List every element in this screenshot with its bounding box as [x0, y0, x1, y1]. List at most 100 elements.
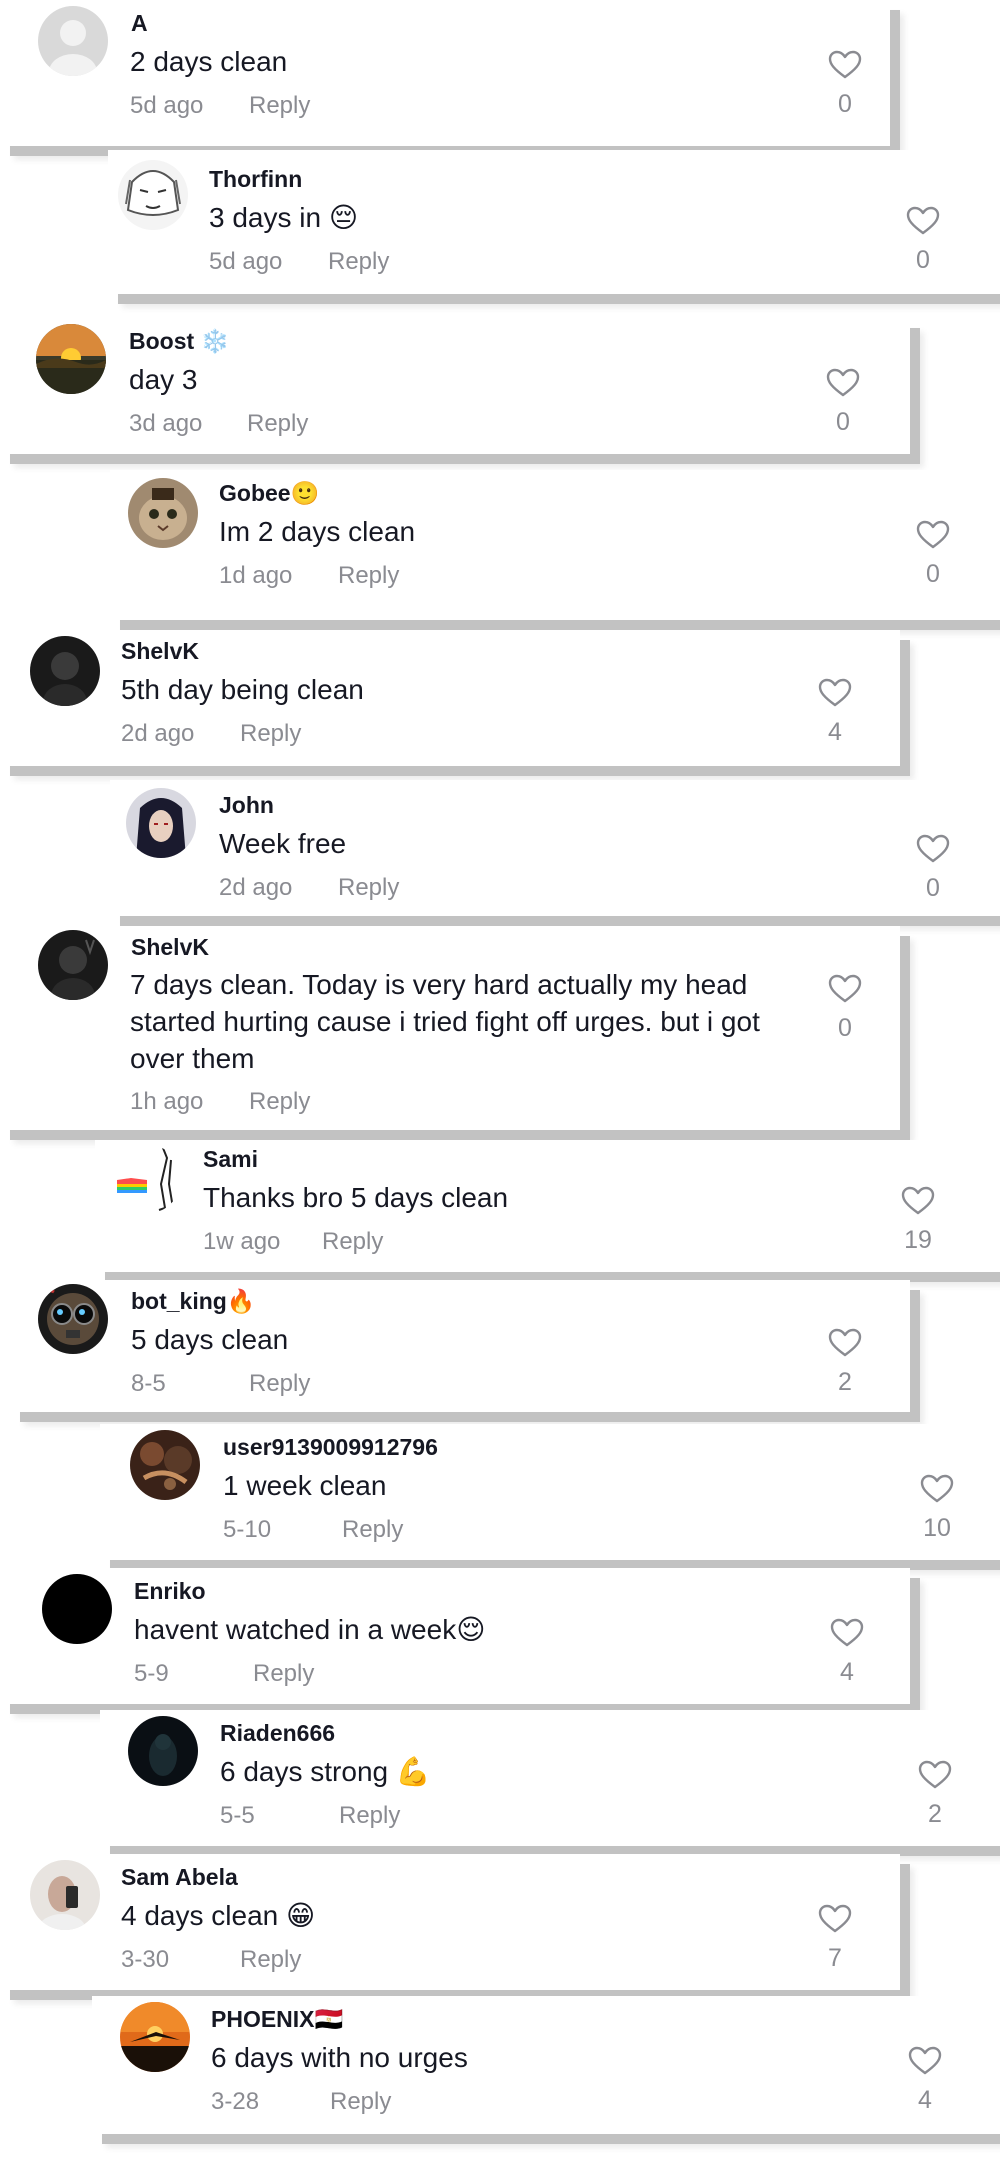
comment-text: havent watched in a week😌	[134, 1614, 486, 1645]
heart-outline-icon[interactable]	[918, 1760, 952, 1790]
like-count: 10	[923, 1514, 951, 1542]
avatar[interactable]	[38, 6, 108, 76]
heart-outline-icon[interactable]	[908, 2046, 942, 2076]
reply-button[interactable]: Reply	[249, 1088, 310, 1116]
username[interactable]: Sami	[203, 1146, 258, 1173]
comment-text: 5 days clean	[131, 1324, 289, 1355]
username[interactable]: Thorfinn	[209, 166, 302, 193]
reply-button[interactable]: Reply	[338, 562, 399, 590]
heart-outline-icon[interactable]	[916, 520, 950, 550]
avatar[interactable]	[128, 1716, 198, 1786]
like-count: 7	[828, 1944, 842, 1972]
timestamp: 3-30	[121, 1946, 170, 1973]
comment-card: PHOENIX🇪🇬 6 days with no urges 3-28 Repl…	[92, 1996, 1000, 2134]
comment-text: 4 days clean 😁	[121, 1900, 316, 1931]
heart-outline-icon[interactable]	[916, 834, 950, 864]
comment-text: Thanks bro 5 days clean	[203, 1182, 509, 1213]
timestamp: 1w ago	[203, 1228, 281, 1255]
reply-button[interactable]: Reply	[253, 1660, 314, 1688]
reply-button[interactable]: Reply	[342, 1516, 403, 1544]
heart-outline-icon[interactable]	[828, 50, 862, 80]
comment-text: Week free	[219, 828, 347, 859]
avatar[interactable]	[120, 2002, 190, 2072]
avatar[interactable]	[111, 1144, 181, 1214]
comment-text: day 3	[129, 364, 198, 395]
username[interactable]: user9139009912796	[223, 1434, 438, 1461]
reply-button[interactable]: Reply	[249, 1370, 310, 1398]
heart-outline-icon[interactable]	[830, 1618, 864, 1648]
comment-card: bot_king🔥 5 days clean 8-5 Reply 2	[10, 1280, 910, 1412]
comment-text: 2 days clean	[130, 46, 288, 77]
timestamp: 5-5	[220, 1802, 255, 1829]
username[interactable]: PHOENIX🇪🇬	[211, 2006, 343, 2033]
username[interactable]: John	[219, 792, 274, 819]
username[interactable]: Boost ❄️	[129, 328, 229, 355]
comment-text: 5th day being clean	[121, 674, 364, 705]
comment-card: ShelvK 7 days clean. Today is very hard …	[0, 926, 900, 1130]
avatar[interactable]	[42, 1574, 112, 1644]
heart-outline-icon[interactable]	[828, 974, 862, 1004]
username[interactable]: Sam Abela	[121, 1864, 238, 1891]
reply-button[interactable]: Reply	[339, 1802, 400, 1830]
comment-text: 7 days clean. Today is very hard actuall…	[130, 969, 760, 1074]
avatar[interactable]	[38, 930, 108, 1000]
username[interactable]: Gobee🙂	[219, 480, 319, 507]
comment-text: Im 2 days clean	[219, 516, 416, 547]
comment-text: 1 week clean	[223, 1470, 387, 1501]
like-count: 2	[838, 1368, 852, 1396]
reply-button[interactable]: Reply	[240, 1946, 301, 1974]
timestamp: 1h ago	[130, 1088, 204, 1115]
comment-card: user9139009912796 1 week clean 5-10 Repl…	[100, 1424, 1000, 1560]
reply-button[interactable]: Reply	[240, 720, 301, 748]
comment-card: Thorfinn 3 days in 😔 5d ago Reply 0	[108, 150, 1000, 294]
avatar[interactable]	[128, 478, 198, 548]
avatar[interactable]	[30, 1860, 100, 1930]
username[interactable]: Riaden666	[220, 1720, 335, 1747]
timestamp: 5d ago	[209, 248, 283, 275]
avatar[interactable]	[118, 160, 188, 230]
timestamp: 3-28	[211, 2088, 260, 2115]
heart-outline-icon[interactable]	[920, 1474, 954, 1504]
reply-button[interactable]: Reply	[338, 874, 399, 902]
comment-text: 6 days with no urges	[211, 2042, 468, 2073]
username[interactable]: Enriko	[134, 1578, 206, 1605]
comment-card: Sami Thanks bro 5 days clean 1w ago Repl…	[95, 1140, 1000, 1272]
heart-outline-icon[interactable]	[818, 678, 852, 708]
reply-button[interactable]: Reply	[322, 1228, 383, 1256]
comment-card: A 2 days clean 5d ago Reply 0	[0, 0, 890, 146]
reply-button[interactable]: Reply	[249, 92, 310, 120]
reply-button[interactable]: Reply	[330, 2088, 391, 2116]
timestamp: 5d ago	[130, 92, 204, 119]
comment-text: 3 days in 😔	[209, 202, 359, 233]
avatar[interactable]	[30, 636, 100, 706]
heart-outline-icon[interactable]	[826, 368, 860, 398]
heart-outline-icon[interactable]	[818, 1904, 852, 1934]
avatar[interactable]	[36, 324, 106, 394]
heart-outline-icon[interactable]	[906, 206, 940, 236]
avatar[interactable]	[130, 1430, 200, 1500]
comment-card: John Week free 2d ago Reply 0	[110, 780, 1000, 916]
username[interactable]: ShelvK	[131, 934, 209, 961]
reply-button[interactable]: Reply	[247, 410, 308, 438]
avatar[interactable]	[38, 1284, 108, 1354]
comment-card: Riaden666 6 days strong 💪 5-5 Reply 2	[100, 1710, 1000, 1846]
heart-outline-icon[interactable]	[901, 1186, 935, 1216]
like-count: 4	[828, 718, 842, 746]
timestamp: 2d ago	[121, 720, 195, 747]
comment-card: Gobee🙂 Im 2 days clean 1d ago Reply 0	[110, 470, 1000, 620]
like-count: 0	[916, 246, 930, 274]
like-count: 0	[926, 874, 940, 902]
like-count: 2	[928, 1800, 942, 1828]
comment-card: ShelvK 5th day being clean 2d ago Reply …	[0, 630, 900, 766]
reply-button[interactable]: Reply	[328, 248, 389, 276]
like-count: 4	[840, 1658, 854, 1686]
username[interactable]: ShelvK	[121, 638, 199, 665]
heart-outline-icon[interactable]	[828, 1328, 862, 1358]
comment-text: 6 days strong 💪	[220, 1756, 431, 1787]
timestamp: 3d ago	[129, 410, 203, 437]
avatar[interactable]	[126, 788, 196, 858]
timestamp: 8-5	[131, 1370, 166, 1397]
username[interactable]: bot_king🔥	[131, 1288, 255, 1315]
username[interactable]: A	[131, 10, 148, 37]
comment-card: Enriko havent watched in a week😌 5-9 Rep…	[0, 1568, 910, 1704]
